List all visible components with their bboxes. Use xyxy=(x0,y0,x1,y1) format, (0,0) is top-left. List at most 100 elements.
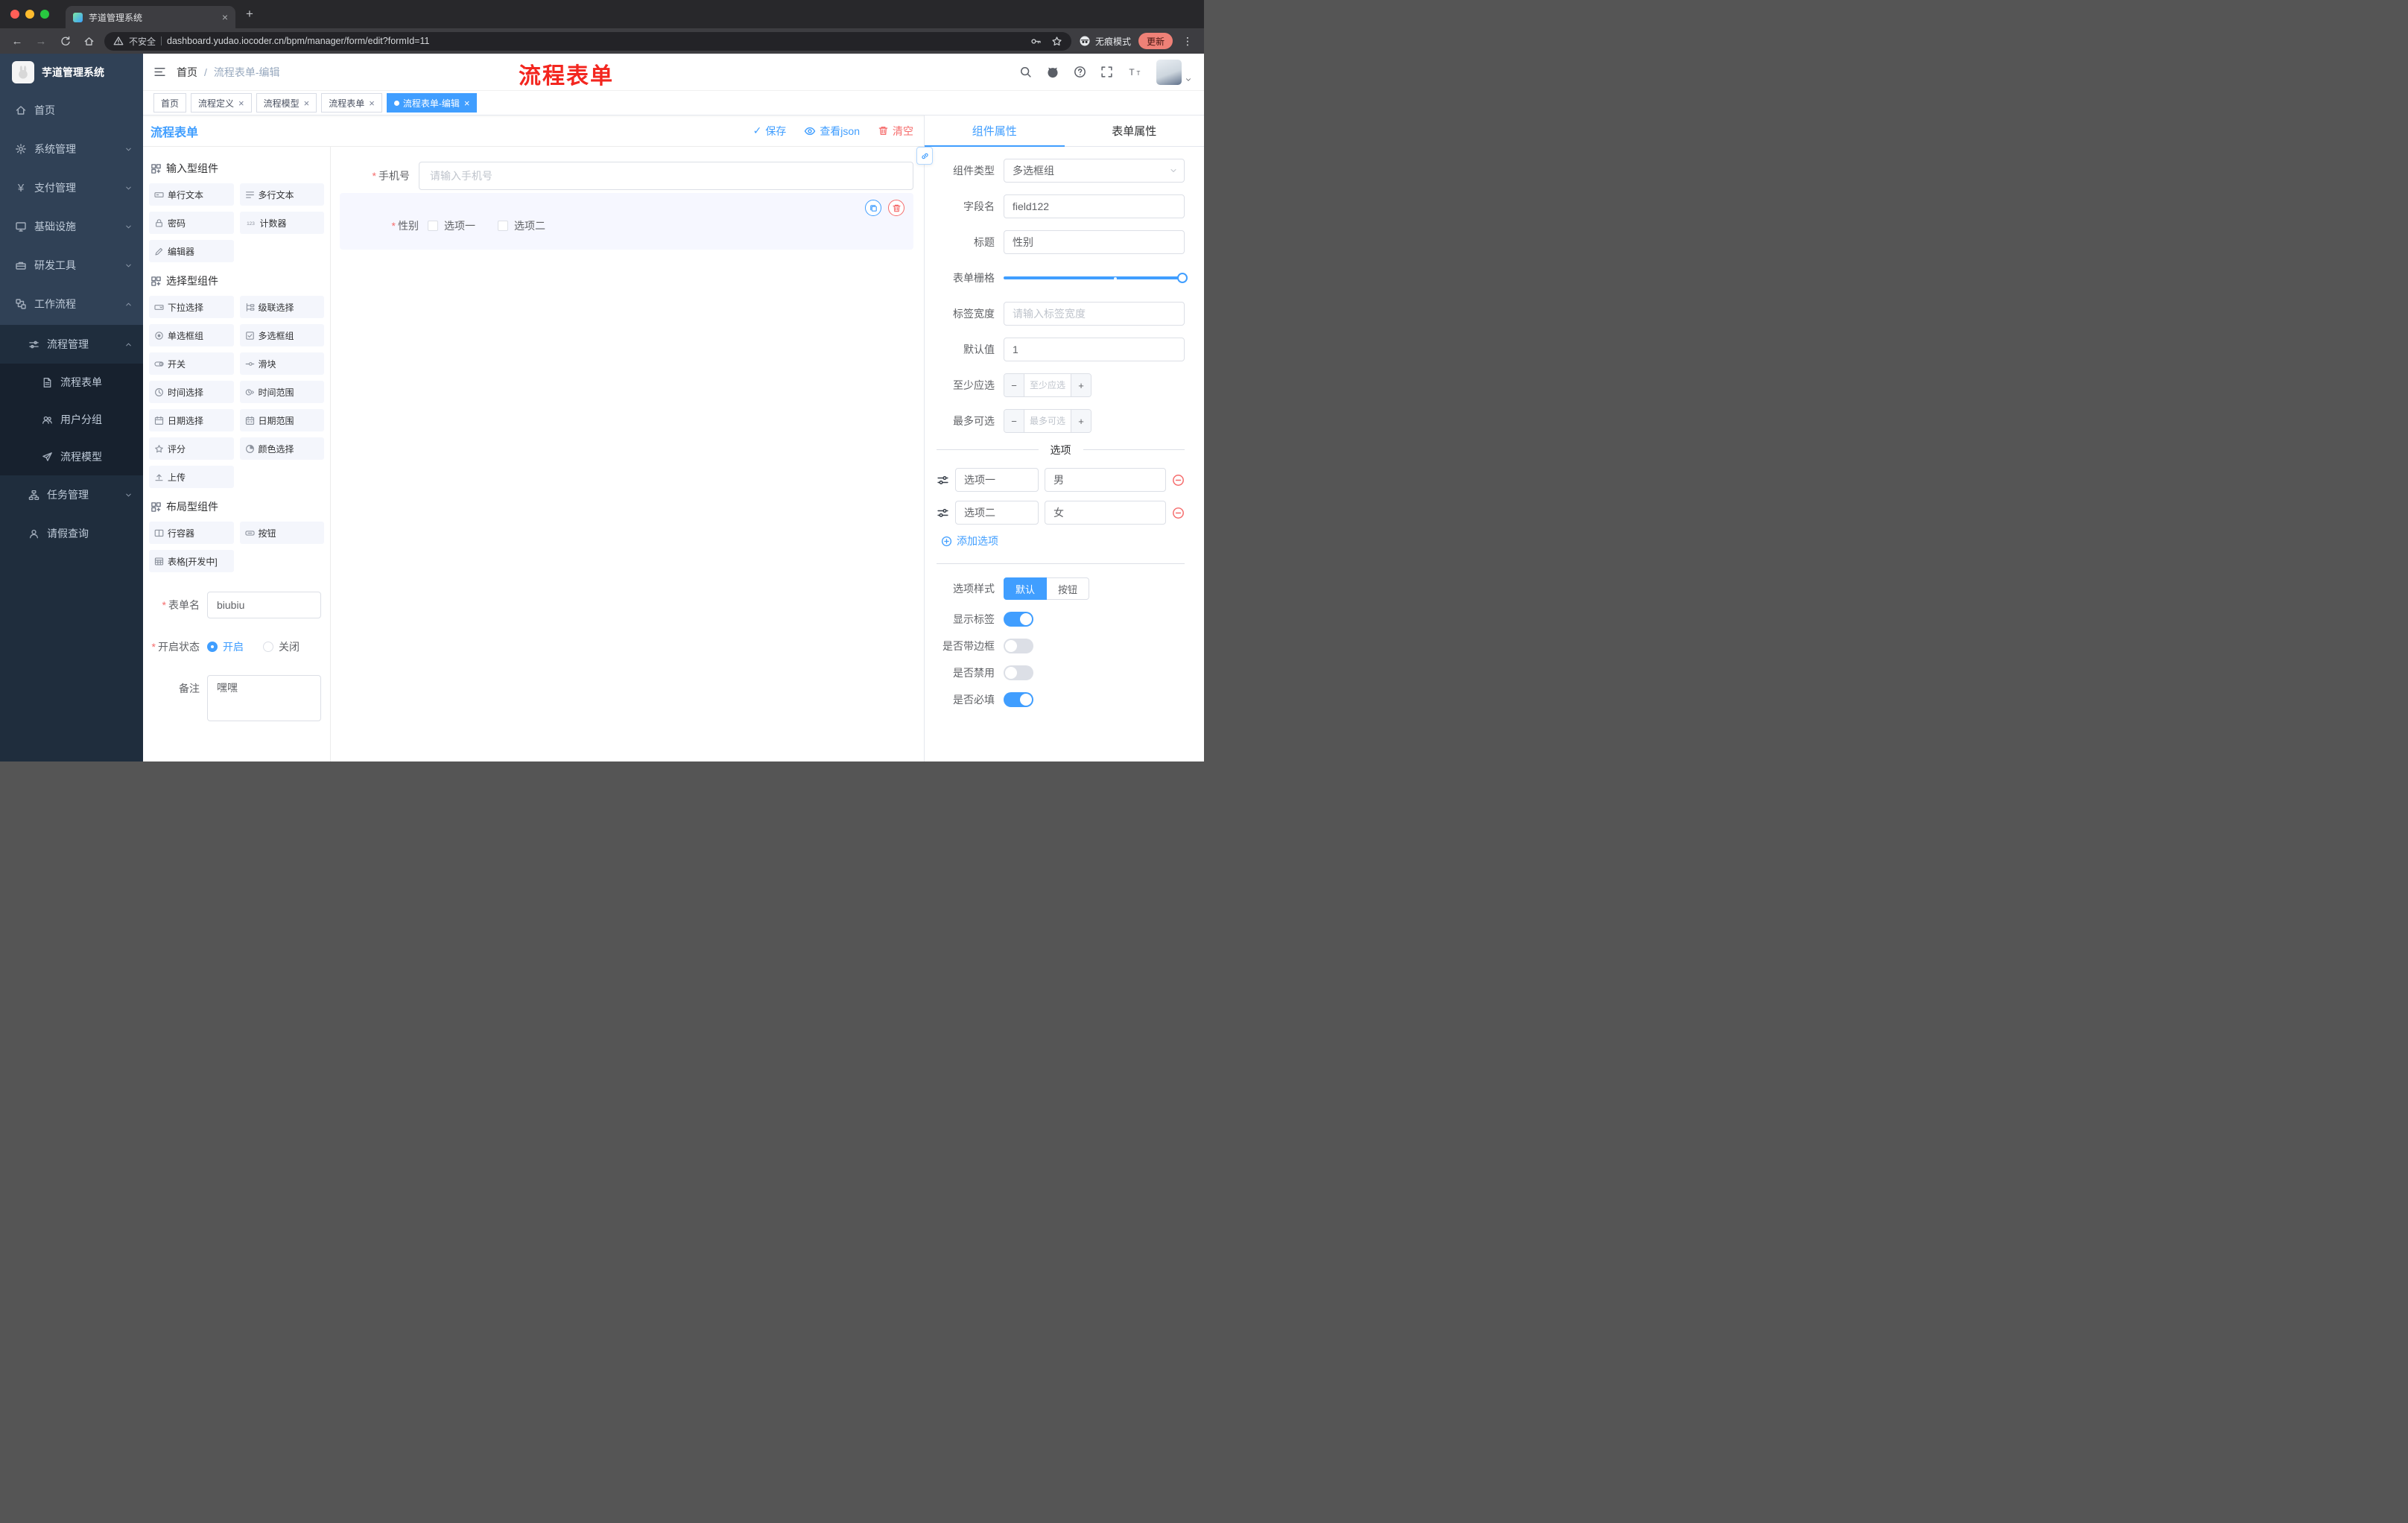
label-width-input[interactable] xyxy=(1004,302,1185,326)
palette-item-radio-group[interactable]: 单选框组 xyxy=(149,324,234,346)
sidebar-toggle-icon[interactable] xyxy=(153,66,166,78)
home-button[interactable] xyxy=(80,36,97,47)
tab-form-props[interactable]: 表单属性 xyxy=(1065,115,1205,146)
palette-item-upload[interactable]: 上传 xyxy=(149,466,234,488)
option-value-input[interactable] xyxy=(1045,468,1166,492)
window-minimize-button[interactable] xyxy=(25,10,34,19)
browser-tab[interactable]: 芋道管理系统 × xyxy=(66,6,235,28)
max-select-input[interactable] xyxy=(1024,410,1071,432)
sidebar-item-infrastructure[interactable]: 基础设施 xyxy=(0,207,143,246)
gender-option-2-checkbox[interactable]: 选项二 xyxy=(498,218,545,233)
reload-button[interactable] xyxy=(57,36,73,47)
drag-handle-icon[interactable] xyxy=(937,507,949,519)
slider-handle[interactable] xyxy=(1177,273,1188,283)
palette-item-row-container[interactable]: 行容器 xyxy=(149,522,234,544)
palette-item-color-picker[interactable]: 颜色选择 xyxy=(239,437,324,460)
form-name-input[interactable] xyxy=(207,592,321,618)
palette-item-password[interactable]: 密码 xyxy=(149,212,234,234)
copy-field-button[interactable] xyxy=(865,200,881,216)
view-json-button[interactable]: 查看json xyxy=(804,124,860,139)
drag-handle-icon[interactable] xyxy=(937,474,949,487)
style-default-button[interactable]: 默认 xyxy=(1004,577,1048,600)
field-name-input[interactable] xyxy=(1004,194,1185,218)
key-icon[interactable] xyxy=(1030,36,1042,47)
help-icon[interactable] xyxy=(1074,66,1086,78)
gender-option-1-checkbox[interactable]: 选项一 xyxy=(428,218,475,233)
increase-button[interactable]: + xyxy=(1071,410,1091,432)
forward-button[interactable]: → xyxy=(33,35,49,48)
tag-process-model[interactable]: 流程模型 × xyxy=(256,93,317,113)
palette-item-counter[interactable]: 123 计数器 xyxy=(239,212,324,234)
sidebar-item-user-group[interactable]: 用户分组 xyxy=(0,401,143,438)
tag-close-icon[interactable]: × xyxy=(238,98,244,108)
disabled-switch[interactable] xyxy=(1004,665,1033,680)
palette-item-button[interactable]: 按钮 xyxy=(239,522,324,544)
phone-input[interactable] xyxy=(419,162,913,190)
back-button[interactable]: ← xyxy=(9,35,25,48)
tab-component-props[interactable]: 组件属性 xyxy=(925,115,1065,147)
increase-button[interactable]: + xyxy=(1071,374,1091,396)
title-input[interactable] xyxy=(1004,230,1185,254)
clear-button[interactable]: 清空 xyxy=(878,124,913,139)
palette-item-cascade-select[interactable]: 级联选择 xyxy=(239,296,324,318)
remove-option-icon[interactable] xyxy=(1172,507,1185,519)
palette-item-time-picker[interactable]: 时间选择 xyxy=(149,381,234,403)
window-zoom-button[interactable] xyxy=(40,10,49,19)
sidebar-item-process-model[interactable]: 流程模型 xyxy=(0,438,143,475)
app-logo[interactable]: 芋道管理系统 xyxy=(0,54,143,91)
component-type-select[interactable]: 多选框组 xyxy=(1004,159,1185,183)
user-menu[interactable] xyxy=(1156,59,1192,85)
form-canvas[interactable]: 手机号 xyxy=(331,147,924,762)
tag-close-icon[interactable]: × xyxy=(464,98,470,108)
fullscreen-icon[interactable] xyxy=(1100,66,1113,78)
tab-close-icon[interactable]: × xyxy=(222,11,228,23)
tag-home[interactable]: 首页 xyxy=(153,93,187,113)
border-switch[interactable] xyxy=(1004,639,1033,653)
palette-item-date-picker[interactable]: 日期选择 xyxy=(149,409,234,431)
browser-menu-icon[interactable]: ⋮ xyxy=(1180,35,1195,48)
form-grid-slider[interactable] xyxy=(1004,266,1188,290)
tag-process-form-edit[interactable]: 流程表单-编辑 × xyxy=(386,93,478,113)
update-button[interactable]: 更新 xyxy=(1138,33,1173,49)
status-on-radio[interactable]: 开启 xyxy=(207,639,244,654)
palette-item-slider[interactable]: 滑块 xyxy=(239,352,324,375)
window-close-button[interactable] xyxy=(10,10,19,19)
option-label-input[interactable] xyxy=(955,501,1039,525)
sidebar-item-dev-tools[interactable]: 研发工具 xyxy=(0,246,143,285)
save-button[interactable]: ✓ 保存 xyxy=(753,124,787,139)
required-switch[interactable] xyxy=(1004,692,1033,707)
option-value-input[interactable] xyxy=(1045,501,1166,525)
tag-process-definition[interactable]: 流程定义 × xyxy=(191,93,252,113)
sidebar-item-system-management[interactable]: 系统管理 xyxy=(0,130,143,168)
sidebar-item-task-management[interactable]: 任务管理 xyxy=(0,475,143,514)
status-off-radio[interactable]: 关闭 xyxy=(263,639,300,654)
decrease-button[interactable]: − xyxy=(1004,410,1024,432)
sidebar-item-payment-management[interactable]: ¥ 支付管理 xyxy=(0,168,143,207)
palette-item-table[interactable]: 表格[开发中] xyxy=(149,550,234,572)
palette-item-checkbox-group[interactable]: 多选框组 xyxy=(239,324,324,346)
min-select-input[interactable] xyxy=(1024,374,1071,396)
palette-item-dropdown-select[interactable]: 下拉选择 xyxy=(149,296,234,318)
sidebar-item-workflow[interactable]: 工作流程 xyxy=(0,285,143,323)
delete-field-button[interactable] xyxy=(888,200,904,216)
sidebar-item-home[interactable]: 首页 xyxy=(0,91,143,130)
bookmark-star-icon[interactable] xyxy=(1051,36,1062,47)
sidebar-item-leave-query[interactable]: 请假查询 xyxy=(0,514,143,553)
decrease-button[interactable]: − xyxy=(1004,374,1024,396)
palette-item-date-range[interactable]: 日期范围 xyxy=(239,409,324,431)
canvas-field-gender-selected[interactable]: 性别 选项一 选项二 xyxy=(340,193,913,250)
palette-item-time-range[interactable]: 时间范围 xyxy=(239,381,324,403)
tag-close-icon[interactable]: × xyxy=(304,98,310,108)
github-icon[interactable] xyxy=(1046,66,1059,79)
remove-option-icon[interactable] xyxy=(1172,474,1185,487)
address-bar[interactable]: 不安全 dashboard.yudao.iocoder.cn/bpm/manag… xyxy=(104,31,1071,51)
show-label-switch[interactable] xyxy=(1004,612,1033,627)
palette-item-editor[interactable]: 编辑器 xyxy=(149,240,234,262)
tag-close-icon[interactable]: × xyxy=(369,98,375,108)
tag-process-form[interactable]: 流程表单 × xyxy=(321,93,382,113)
add-option-button[interactable]: 添加选项 xyxy=(941,533,1185,548)
sidebar-item-process-management[interactable]: 流程管理 xyxy=(0,325,143,364)
style-button-button[interactable]: 按钮 xyxy=(1047,577,1090,600)
search-icon[interactable] xyxy=(1019,66,1032,78)
panel-collapse-button[interactable] xyxy=(916,147,933,165)
